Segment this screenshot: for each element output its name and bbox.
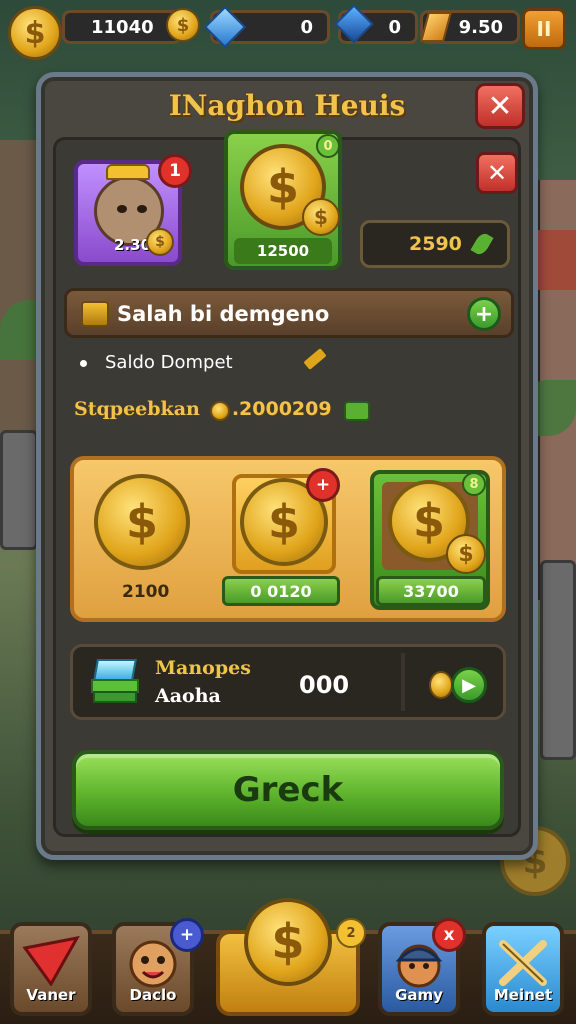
bullet-icon — [80, 359, 87, 367]
nav-label: Daclo — [129, 986, 177, 1004]
bullet-label: Saldo Dompet — [105, 352, 233, 373]
shop-item-2-badge: + — [306, 468, 340, 502]
balance-box: 2590 — [360, 220, 510, 268]
shop-item-label: 2100 — [122, 582, 170, 602]
shop-item-3-price-button[interactable]: 33700 — [376, 576, 486, 606]
confirm-button[interactable]: Greck — [72, 750, 504, 830]
stat-row: Stqpeebkan .2000209 — [74, 398, 370, 421]
coin-icon: $ — [94, 474, 190, 570]
flag-icon — [22, 936, 80, 986]
gem-offer-row[interactable]: Manopes Aaoha 000 ▶ — [70, 644, 506, 720]
stat-label: Stqpeebkan — [74, 398, 200, 420]
wallet-bar[interactable]: Salah bi demgeno + — [64, 288, 514, 338]
featured-coin-value: 12500 — [256, 242, 310, 260]
balance-value: 2590 — [409, 233, 462, 255]
nav-label: Vaner — [26, 986, 76, 1004]
gem-offer-subtitle: Aaoha — [155, 685, 221, 707]
swords-icon — [499, 940, 547, 986]
bullet-item: Saldo Dompet — [80, 352, 233, 373]
dialog-title: INaghon Heuis — [168, 89, 406, 122]
top-resource-bar: $ 11040 $ 0 0 9.50 II — [0, 0, 576, 60]
background-roof — [536, 230, 576, 290]
coin-icon: $ — [446, 534, 486, 574]
avatar-eye — [117, 205, 127, 213]
nav-label: Gamy — [395, 986, 443, 1004]
coin-icon: $ — [166, 8, 200, 42]
add-button[interactable]: + — [467, 297, 501, 331]
notification-badge: 1 — [158, 154, 192, 188]
nav-item-meinet[interactable]: Meinet — [482, 922, 564, 1016]
blue-gem-counter-value: 0 — [300, 16, 313, 38]
featured-badge: 0 — [316, 134, 340, 158]
nav-label: Meinet — [493, 986, 553, 1004]
nav-item-coins[interactable]: $ 2 — [216, 896, 366, 1016]
close-card-button[interactable]: ✕ — [476, 152, 518, 194]
crown-icon — [106, 164, 150, 180]
arrow-right-button[interactable]: ▶ — [451, 667, 487, 703]
coin-icon: $ — [146, 228, 174, 256]
nav-badge: x — [432, 918, 466, 952]
cash-icon — [343, 400, 370, 421]
dark-gem-counter-value: 0 — [388, 16, 401, 38]
shop-item-label: 0 0120 — [250, 581, 312, 601]
shop-item-label: 33700 — [403, 581, 459, 601]
chest-icon — [81, 301, 109, 327]
coin-icon: $ — [244, 898, 332, 986]
featured-coin-label: 12500 — [234, 238, 332, 264]
shop-item-3-badge: 8 — [462, 472, 486, 496]
coin-icon — [209, 400, 230, 421]
coin-icon: $ — [8, 6, 62, 60]
gem-offer-value: 000 — [299, 671, 350, 699]
nav-item-vaner[interactable]: Vaner — [10, 922, 92, 1016]
gem-offer-title: Manopes — [155, 657, 251, 679]
avatar-eye — [137, 205, 147, 213]
gold-bar-counter-value: 9.50 — [458, 16, 503, 38]
coin-counter-value: 11040 — [91, 16, 154, 38]
nav-center-badge: 2 — [336, 918, 366, 948]
nav-badge: + — [170, 918, 204, 952]
stat-value: .2000209 — [231, 398, 332, 420]
gem-stack-icon — [91, 659, 139, 707]
shop-item-2-price-button[interactable]: 0 0120 — [222, 576, 340, 606]
coin-icon — [429, 671, 453, 699]
pause-button[interactable]: II — [522, 8, 566, 50]
leaf-icon — [470, 230, 494, 258]
wallet-bar-label: Salah bi demgeno — [117, 302, 330, 326]
background-stone-pillar — [0, 430, 38, 550]
coin-icon: $ — [302, 198, 340, 236]
divider — [401, 653, 405, 711]
background-stone-pillar — [540, 560, 576, 760]
close-dialog-button[interactable]: ✕ — [475, 83, 525, 129]
coin-counter: 11040 — [62, 10, 182, 44]
